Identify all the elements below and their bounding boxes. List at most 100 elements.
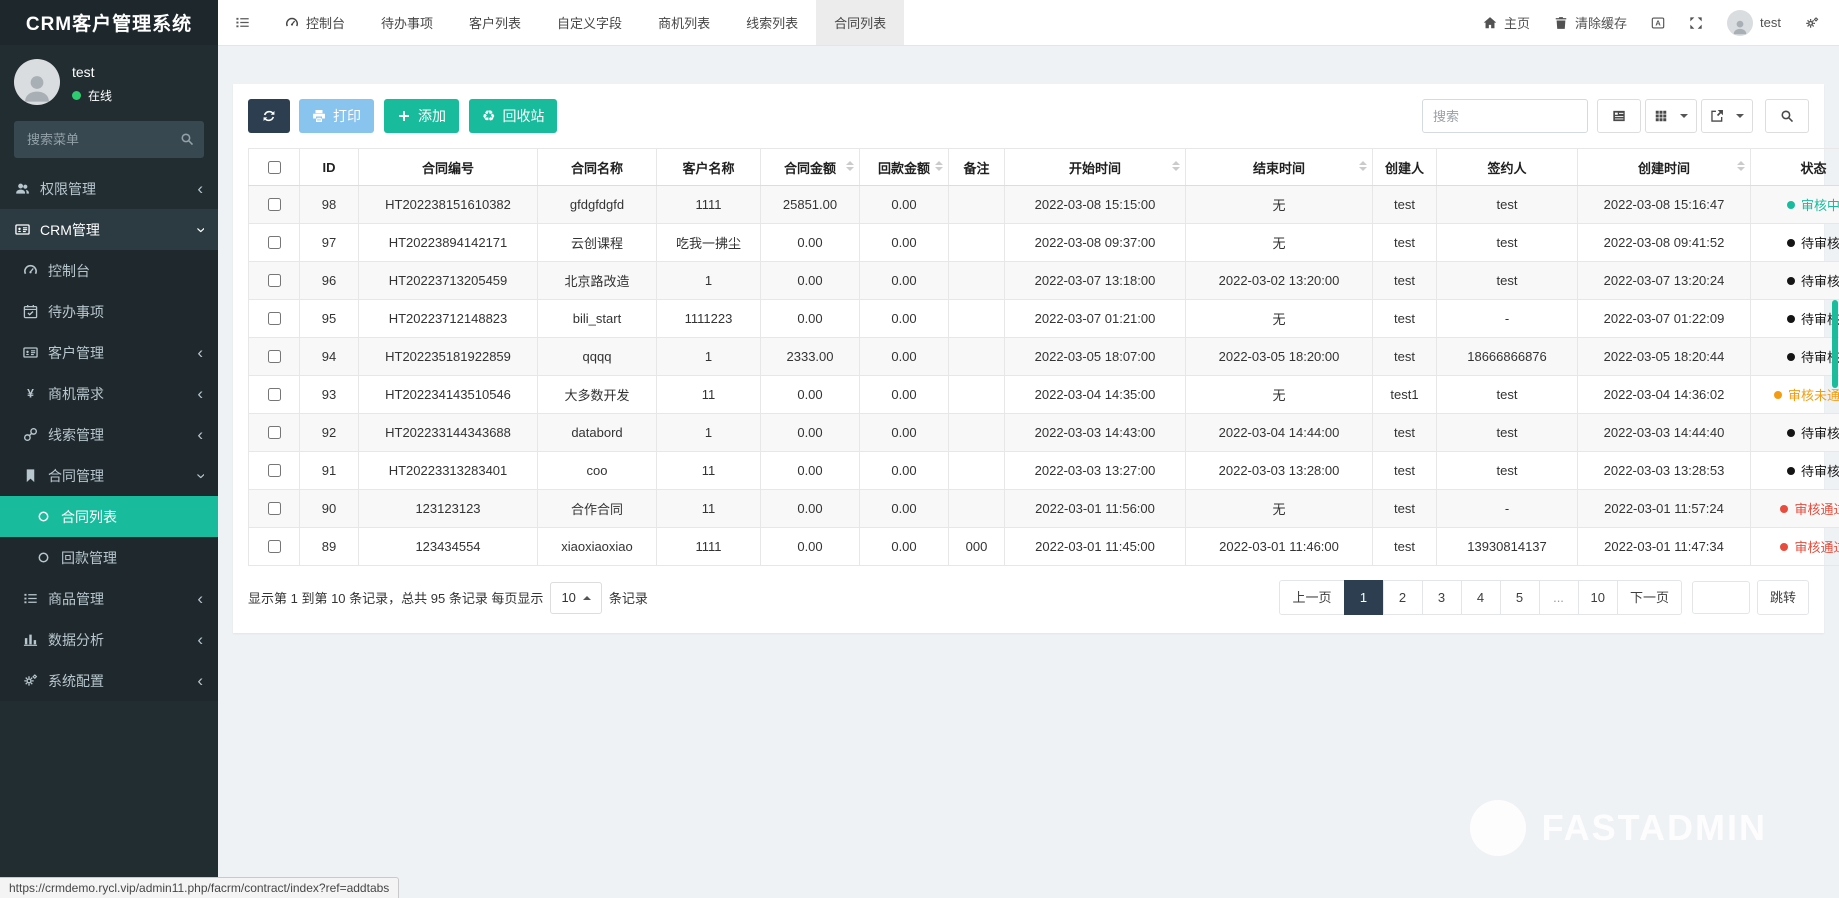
- nav-tab[interactable]: 合同列表: [816, 0, 904, 45]
- column-header[interactable]: 备注: [949, 149, 1005, 186]
- add-button[interactable]: 添加: [384, 99, 459, 133]
- page-number-button[interactable]: 4: [1461, 580, 1501, 615]
- sidebar-item[interactable]: 线索管理: [0, 414, 218, 455]
- page-size-select[interactable]: 10: [550, 582, 601, 614]
- sidebar-item[interactable]: 客户管理: [0, 332, 218, 373]
- row-checkbox[interactable]: [268, 426, 281, 439]
- prev-page-button[interactable]: 上一页: [1279, 580, 1344, 615]
- page-number-button[interactable]: 5: [1500, 580, 1540, 615]
- column-header[interactable]: 开始时间: [1005, 149, 1186, 186]
- row-checkbox[interactable]: [268, 198, 281, 211]
- cell-status: 待审核: [1751, 338, 1839, 376]
- cell-signer: -: [1437, 490, 1578, 528]
- column-header[interactable]: 创建时间: [1578, 149, 1751, 186]
- cell-creator: test1: [1373, 376, 1437, 414]
- sidebar-item[interactable]: 合同管理: [0, 455, 218, 496]
- cell-contract-name: 云创课程: [538, 224, 657, 262]
- row-checkbox[interactable]: [268, 388, 281, 401]
- select-all-checkbox[interactable]: [268, 161, 281, 174]
- menu-search-input[interactable]: [14, 121, 204, 158]
- column-header[interactable]: ID: [300, 149, 359, 186]
- status-dot-icon: [1774, 391, 1782, 399]
- column-header[interactable]: 结束时间: [1186, 149, 1373, 186]
- sidebar-item[interactable]: 控制台: [0, 250, 218, 291]
- recycle-label: 回收站: [502, 106, 544, 126]
- search-icon: [1780, 109, 1794, 123]
- row-checkbox[interactable]: [268, 464, 281, 477]
- user-menu[interactable]: test: [1727, 10, 1781, 36]
- sidebar-item[interactable]: 回款管理: [0, 537, 218, 578]
- sidebar-toggle-button[interactable]: [218, 15, 267, 30]
- detail-view-button[interactable]: [1597, 99, 1641, 133]
- menu-item-label: 回款管理: [61, 548, 117, 568]
- page-number-button[interactable]: 2: [1383, 580, 1423, 615]
- nav-tab-label: 控制台: [306, 13, 345, 32]
- cell-payback: 0.00: [860, 452, 949, 490]
- sidebar-item[interactable]: 合同列表: [0, 496, 218, 537]
- recycle-bin-button[interactable]: 回收站: [469, 99, 557, 133]
- export-button[interactable]: [1701, 99, 1753, 133]
- columns-button[interactable]: [1645, 99, 1697, 133]
- sidebar-item[interactable]: 数据分析: [0, 619, 218, 660]
- sidebar-item[interactable]: CRM管理: [0, 209, 218, 250]
- language-button[interactable]: [1651, 16, 1665, 30]
- sidebar-item[interactable]: 待办事项: [0, 291, 218, 332]
- sidebar-item[interactable]: 系统配置: [0, 660, 218, 701]
- print-button[interactable]: 打印: [299, 99, 374, 133]
- menu-item-icon: [23, 632, 38, 647]
- user-icon: [1731, 18, 1749, 36]
- cell-signer: 13930814137: [1437, 528, 1578, 566]
- menu-item-icon: [23, 427, 38, 442]
- column-header[interactable]: 状态: [1751, 149, 1839, 186]
- jump-button[interactable]: 跳转: [1757, 580, 1809, 615]
- column-header-label: 客户名称: [682, 161, 734, 176]
- clear-cache-link[interactable]: 清除缓存: [1554, 13, 1627, 32]
- table-row: 91 HT20223313283401 coo 11 0.00 0.00 202…: [249, 452, 1839, 490]
- nav-tab[interactable]: 商机列表: [640, 0, 728, 45]
- column-header[interactable]: 签约人: [1437, 149, 1578, 186]
- hamburger-icon: [235, 15, 250, 30]
- row-checkbox[interactable]: [268, 540, 281, 553]
- jump-page-input[interactable]: [1692, 581, 1750, 614]
- fullscreen-button[interactable]: [1689, 16, 1703, 30]
- avatar[interactable]: [14, 59, 60, 105]
- jump-input-wrap: [1692, 581, 1750, 614]
- column-header[interactable]: 回款金额: [860, 149, 949, 186]
- page-number-button[interactable]: 3: [1422, 580, 1462, 615]
- home-link[interactable]: 主页: [1483, 13, 1530, 32]
- column-header[interactable]: 客户名称: [657, 149, 761, 186]
- cell-end-time: 无: [1186, 376, 1373, 414]
- next-page-button[interactable]: 下一页: [1617, 580, 1682, 615]
- column-header[interactable]: 合同金额: [761, 149, 860, 186]
- settings-button[interactable]: [1805, 16, 1819, 30]
- column-header[interactable]: 合同编号: [359, 149, 538, 186]
- row-checkbox[interactable]: [268, 236, 281, 249]
- nav-tab[interactable]: 控制台: [267, 0, 363, 45]
- nav-tab[interactable]: 自定义字段: [539, 0, 640, 45]
- nav-tab[interactable]: 待办事项: [363, 0, 451, 45]
- column-header-label: 创建人: [1385, 161, 1424, 176]
- page-number-button[interactable]: 1: [1344, 580, 1384, 615]
- sidebar-item[interactable]: 权限管理: [0, 168, 218, 209]
- row-checkbox[interactable]: [268, 274, 281, 287]
- row-checkbox[interactable]: [268, 350, 281, 363]
- pagination: 上一页 1 2 3 4 5 ...: [1280, 580, 1809, 615]
- refresh-button[interactable]: [248, 99, 290, 133]
- cell-end-time: 2022-03-02 13:20:00: [1186, 262, 1373, 300]
- nav-tab[interactable]: 客户列表: [451, 0, 539, 45]
- scrollbar-thumb[interactable]: [1832, 300, 1838, 388]
- nav-tab-label: 自定义字段: [557, 13, 622, 32]
- search-button[interactable]: [1765, 99, 1809, 133]
- row-checkbox[interactable]: [268, 312, 281, 325]
- cell-customer: 11: [657, 376, 761, 414]
- fastadmin-logo-icon: [1470, 800, 1526, 856]
- page-number-button[interactable]: ...: [1539, 580, 1579, 615]
- sidebar-item[interactable]: 商机需求: [0, 373, 218, 414]
- column-header[interactable]: 合同名称: [538, 149, 657, 186]
- page-number-button[interactable]: 10: [1578, 580, 1618, 615]
- row-checkbox[interactable]: [268, 502, 281, 515]
- sidebar-item[interactable]: 商品管理: [0, 578, 218, 619]
- nav-tab[interactable]: 线索列表: [728, 0, 816, 45]
- table-search-input[interactable]: [1422, 99, 1588, 133]
- column-header[interactable]: 创建人: [1373, 149, 1437, 186]
